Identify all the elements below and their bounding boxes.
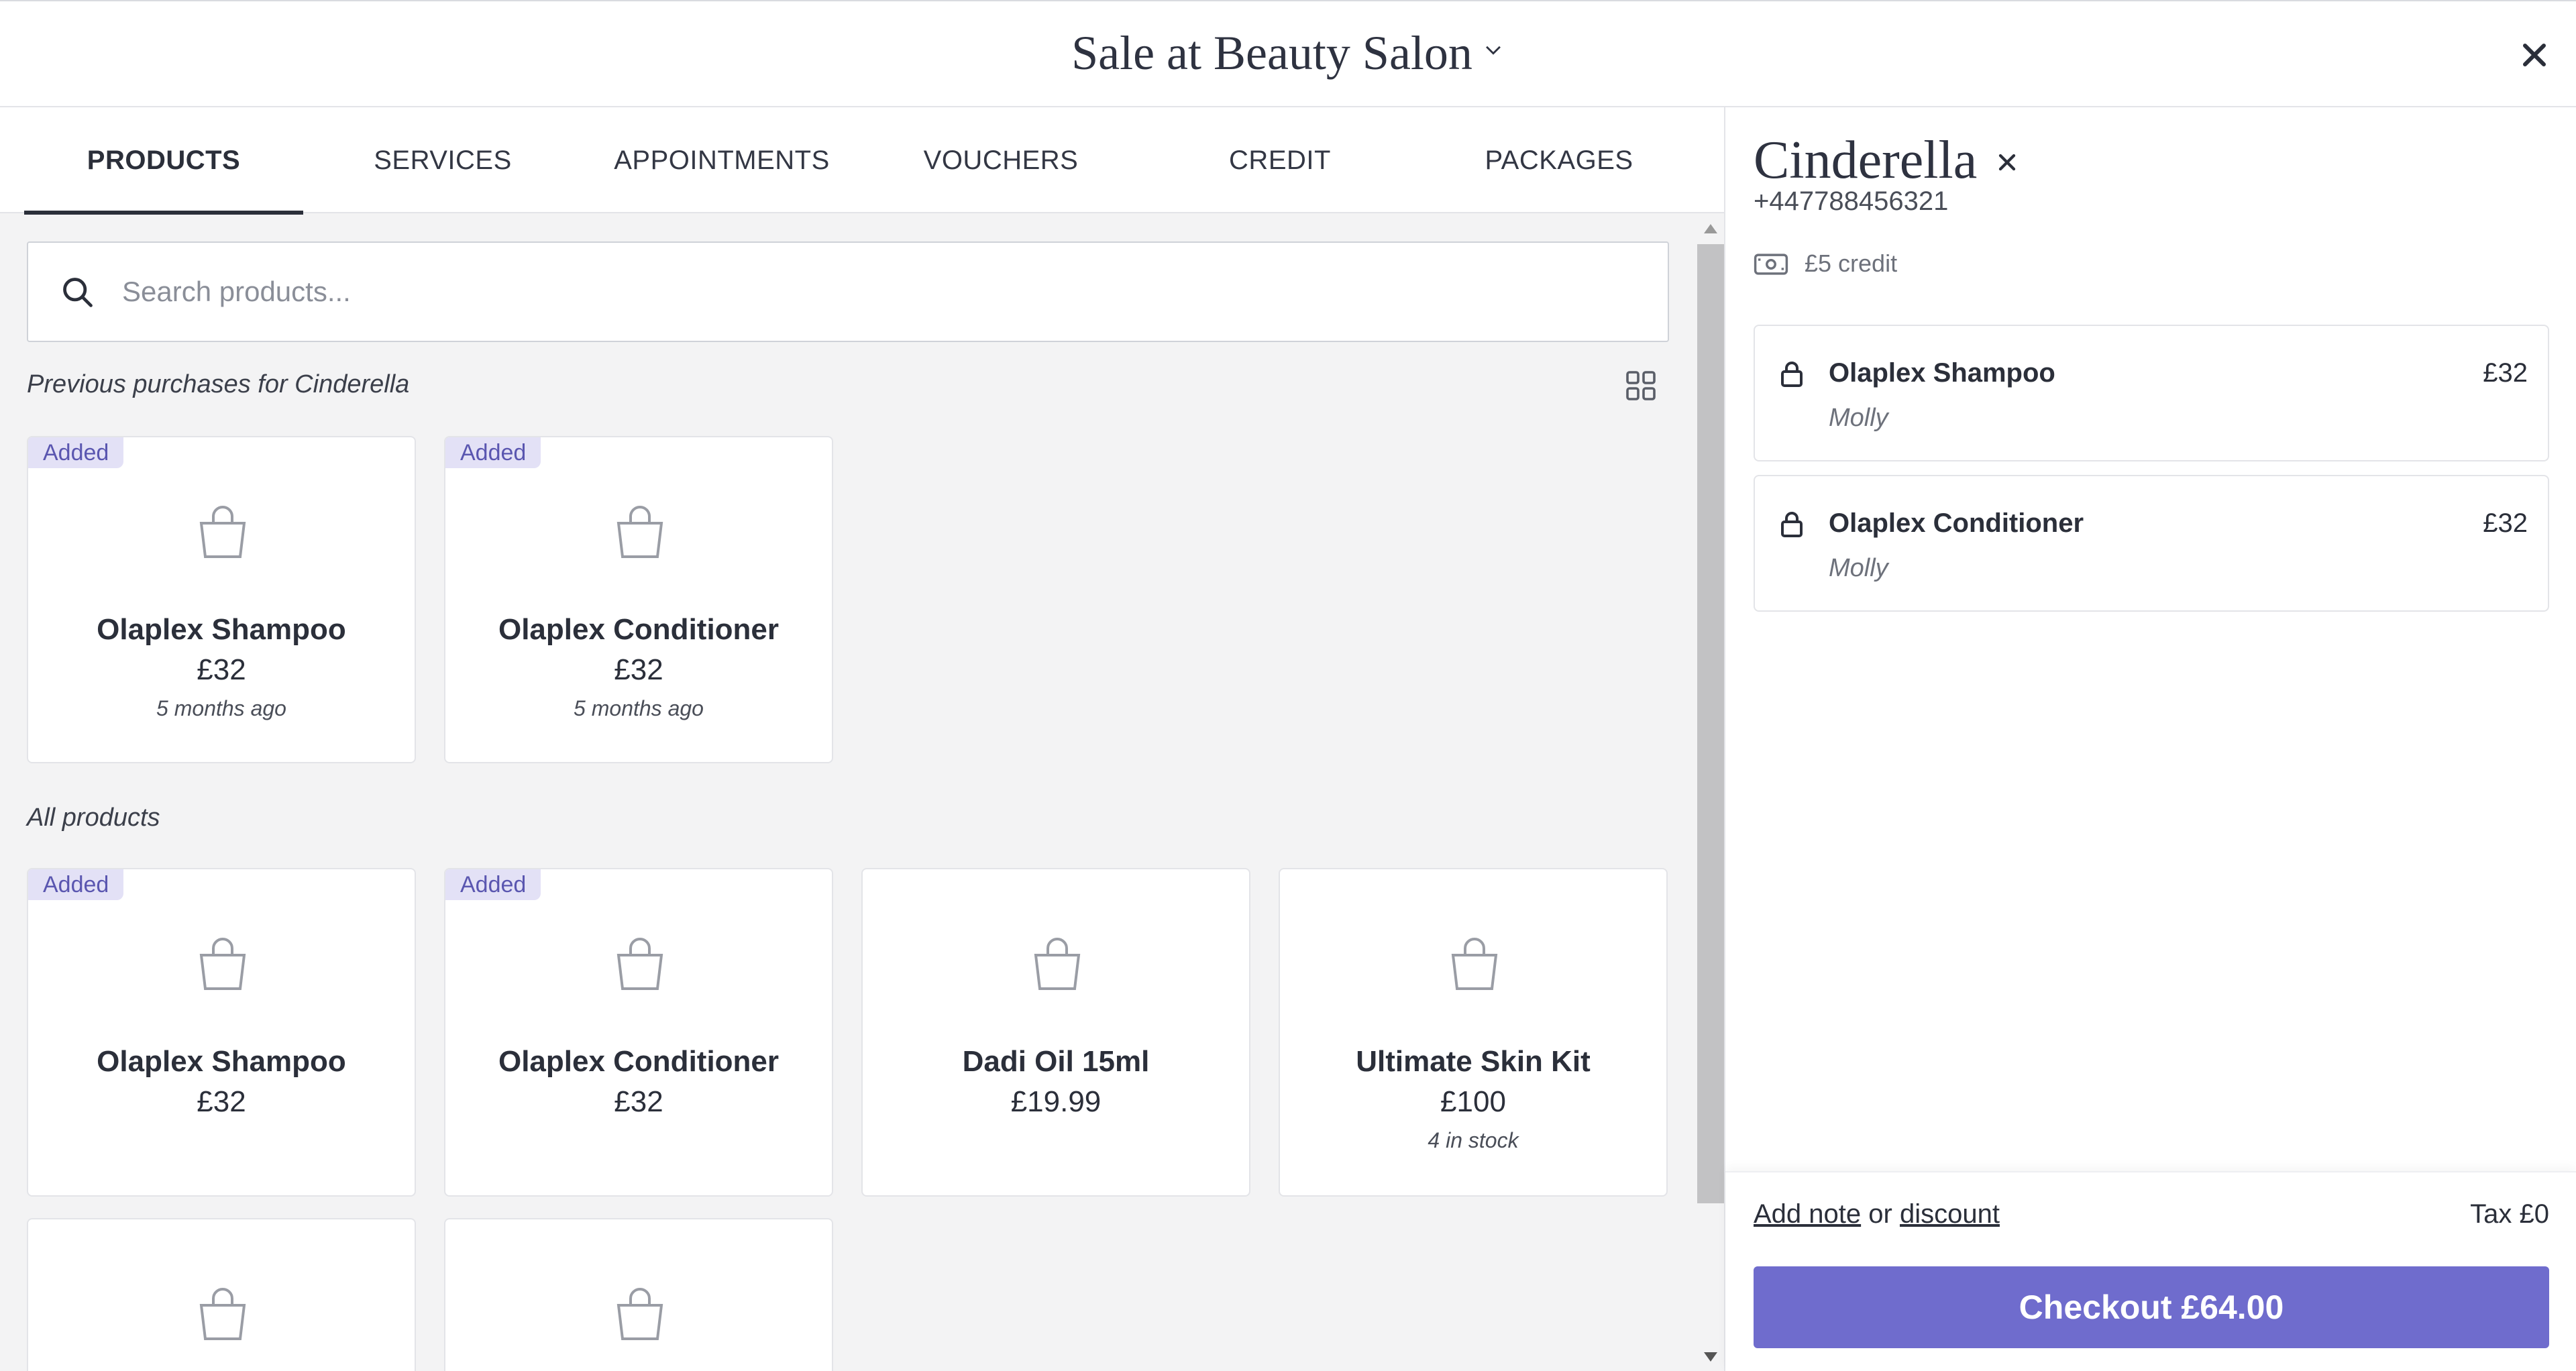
chevron-down-icon	[1486, 46, 1501, 56]
product-card[interactable]: Ultimate Skin Kit £100 4 in stock	[1279, 868, 1668, 1197]
close-icon[interactable]	[2518, 39, 2551, 71]
added-badge: Added	[445, 869, 541, 900]
cart-item[interactable]: Olaplex Shampoo Molly £32	[1754, 325, 2549, 461]
product-card[interactable]	[27, 1218, 416, 1371]
product-card[interactable]: Added Olaplex Shampoo £32	[27, 868, 416, 1197]
added-badge: Added	[445, 437, 541, 468]
previous-purchases-label: Previous purchases for Cinderella	[27, 370, 410, 398]
grid-view-icon[interactable]	[1625, 370, 1657, 402]
discount-link[interactable]: discount	[1900, 1199, 2000, 1229]
product-card[interactable]: Added Olaplex Shampoo £32 5 months ago	[27, 436, 416, 763]
cart-panel: Cinderella +447788456321 £5 credit Olapl…	[1724, 107, 2576, 1371]
product-card[interactable]	[444, 1218, 833, 1371]
scroll-down-arrow-icon[interactable]	[1704, 1352, 1717, 1362]
shopping-bag-icon	[199, 938, 246, 990]
header: Sale at Beauty Salon	[0, 0, 2576, 107]
cart-item-staff: Molly	[1829, 554, 1888, 582]
client-credit: £5 credit	[1805, 250, 1898, 277]
client-phone: +447788456321	[1754, 186, 1949, 216]
product-name: Olaplex Shampoo	[97, 613, 346, 646]
shopping-bag-icon	[199, 506, 246, 558]
stock-count: 4 in stock	[1428, 1128, 1519, 1152]
cash-icon	[1754, 254, 1788, 275]
remove-client-close-icon[interactable]	[1994, 149, 2021, 176]
catalog-tabs: PRODUCTS SERVICES APPOINTMENTS VOUCHERS …	[0, 107, 1724, 215]
shopping-bag-icon	[616, 1288, 663, 1340]
product-price: £19.99	[1010, 1085, 1102, 1118]
product-name: Olaplex Conditioner	[498, 1045, 780, 1078]
product-card[interactable]: Added Olaplex Conditioner £32	[444, 868, 833, 1197]
client-name: Cinderella	[1754, 131, 1978, 190]
add-note-link[interactable]: Add note	[1754, 1199, 1861, 1229]
search-box	[27, 241, 1669, 342]
all-products-label: All products	[27, 804, 160, 832]
search-input[interactable]	[122, 243, 1638, 341]
product-price: £32	[197, 653, 246, 686]
tab-vouchers[interactable]: VOUCHERS	[861, 107, 1140, 213]
added-badge: Added	[28, 437, 124, 468]
shopping-bag-icon	[616, 506, 663, 558]
purchase-date: 5 months ago	[574, 696, 704, 720]
scroll-up-arrow-icon[interactable]	[1704, 224, 1717, 233]
cart-item[interactable]: Olaplex Conditioner Molly £32	[1754, 475, 2549, 612]
tab-appointments[interactable]: APPOINTMENTS	[582, 107, 861, 213]
product-price: £32	[614, 653, 663, 686]
shopping-bag-icon	[1034, 938, 1081, 990]
lock-icon	[1781, 362, 1803, 387]
product-price: £100	[1440, 1085, 1506, 1118]
sale-location-dropdown[interactable]: Sale at Beauty Salon	[0, 25, 2576, 81]
product-name: Olaplex Shampoo	[97, 1045, 346, 1078]
shopping-bag-icon	[1451, 938, 1498, 990]
page-title: Sale at Beauty Salon	[1071, 26, 1472, 80]
product-name: Dadi Oil 15ml	[962, 1045, 1150, 1078]
note-discount-links: Add note or discount	[1754, 1199, 2000, 1229]
added-badge: Added	[28, 869, 124, 900]
tab-products[interactable]: PRODUCTS	[24, 107, 303, 215]
product-price: £32	[614, 1085, 663, 1118]
cart-item-price: £32	[2483, 358, 2528, 388]
scrollbar[interactable]	[1697, 215, 1724, 1371]
product-name: Ultimate Skin Kit	[1356, 1045, 1591, 1078]
search-icon	[63, 278, 93, 307]
product-name: Olaplex Conditioner	[498, 613, 780, 646]
lock-icon	[1781, 512, 1803, 537]
shopping-bag-icon	[199, 1288, 246, 1340]
tab-packages[interactable]: PACKAGES	[1419, 107, 1699, 213]
shopping-bag-icon	[616, 938, 663, 990]
cart-item-staff: Molly	[1829, 404, 1888, 432]
checkout-button[interactable]: Checkout £64.00	[1754, 1266, 2549, 1348]
cart-item-name: Olaplex Conditioner	[1829, 508, 2084, 538]
tab-credit[interactable]: CREDIT	[1140, 107, 1419, 213]
tax-amount: Tax £0	[2470, 1199, 2549, 1229]
cart-item-name: Olaplex Shampoo	[1829, 358, 2055, 388]
cart-item-price: £32	[2483, 508, 2528, 538]
scroll-thumb[interactable]	[1697, 244, 1724, 1203]
purchase-date: 5 months ago	[156, 696, 286, 720]
product-card[interactable]: Added Olaplex Conditioner £32 5 months a…	[444, 436, 833, 763]
product-price: £32	[197, 1085, 246, 1118]
product-card[interactable]: Dadi Oil 15ml £19.99	[861, 868, 1250, 1197]
catalog-panel: PRODUCTS SERVICES APPOINTMENTS VOUCHERS …	[0, 107, 1724, 1371]
or-text: or	[1868, 1199, 1892, 1229]
cart-footer: Add note or discount Tax £0 Checkout £64…	[1725, 1171, 2576, 1371]
tab-services[interactable]: SERVICES	[303, 107, 582, 213]
